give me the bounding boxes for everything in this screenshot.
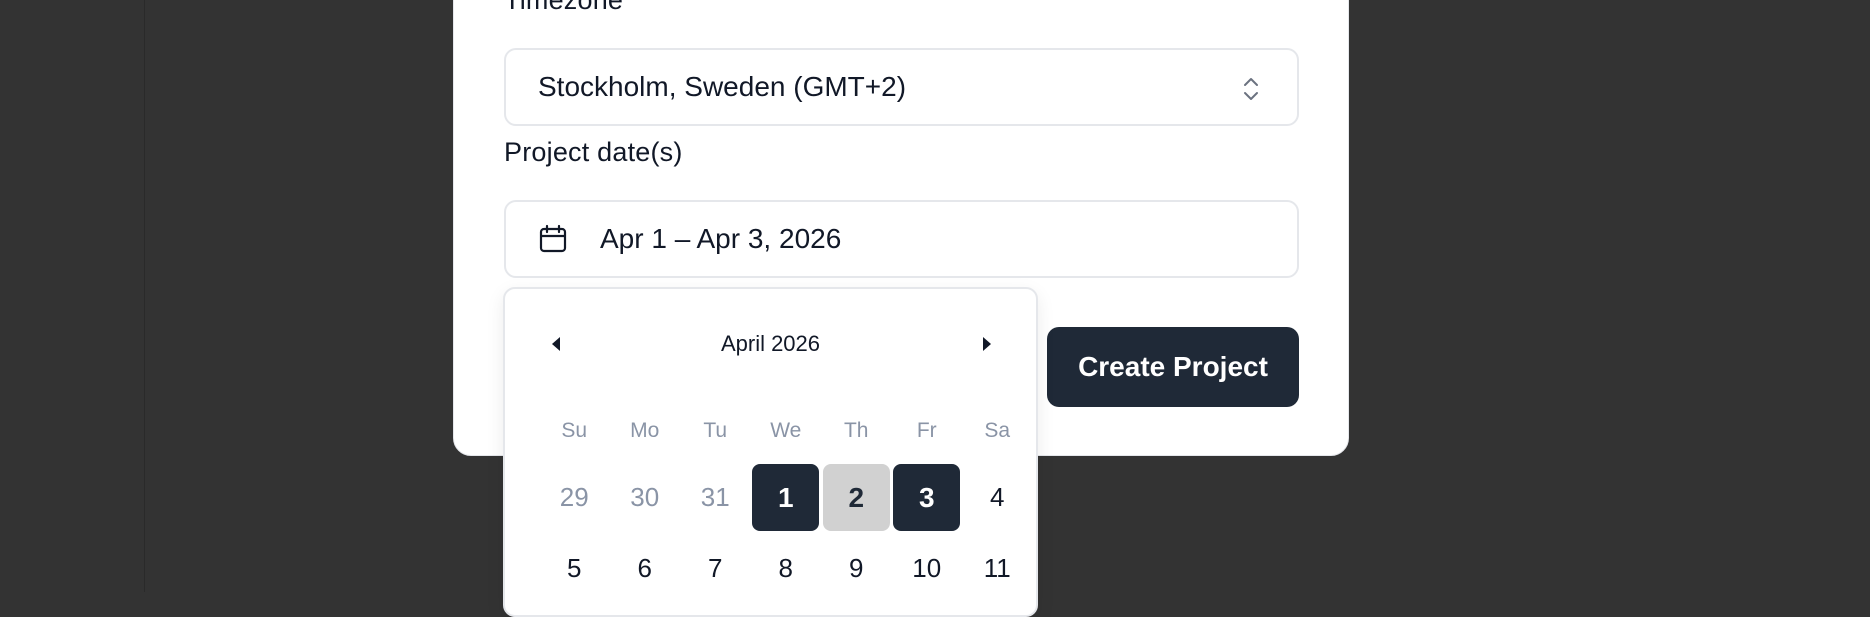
prev-month-button[interactable] xyxy=(541,329,571,359)
weekday-label: Th xyxy=(843,419,869,442)
calendar-days-grid: 29 30 31 1 2 3 4 5 6 7 8 9 10 11 xyxy=(539,462,1033,604)
project-dates-input[interactable]: Apr 1 – Apr 3, 2026 xyxy=(504,200,1299,278)
calendar-day-31[interactable]: 31 xyxy=(680,462,751,533)
calendar-day-9[interactable]: 9 xyxy=(821,533,892,604)
weekday-label: Tu xyxy=(703,419,728,442)
next-month-button[interactable] xyxy=(972,329,1002,359)
calendar-day-4[interactable]: 4 xyxy=(962,462,1033,533)
calendar-day-label: 8 xyxy=(778,553,793,583)
side-divider xyxy=(144,0,145,592)
calendar-day-30[interactable]: 30 xyxy=(610,462,681,533)
calendar-day-6[interactable]: 6 xyxy=(610,533,681,604)
calendar-day-label: 4 xyxy=(990,482,1005,512)
calendar-day-11[interactable]: 11 xyxy=(962,533,1033,604)
calendar-day-label: 30 xyxy=(630,482,660,512)
calendar-day-label: 9 xyxy=(849,553,864,583)
weekday-label: We xyxy=(770,419,802,442)
project-dates-label: Project date(s) xyxy=(504,137,683,167)
weekday-label: Sa xyxy=(984,419,1011,442)
calendar-day-label: 31 xyxy=(700,482,730,512)
timezone-select[interactable]: Stockholm, Sweden (GMT+2) xyxy=(504,48,1299,126)
weekday-label: Su xyxy=(561,419,588,442)
month-title: April 2026 xyxy=(720,331,821,356)
calendar-day-label: 7 xyxy=(708,553,723,583)
weekday-label: Mo xyxy=(630,419,660,442)
calendar-icon xyxy=(539,224,567,253)
calendar-day-label: 3 xyxy=(893,464,961,531)
triangle-left-icon xyxy=(552,337,560,351)
calendar-day-2[interactable]: 2 xyxy=(821,462,892,533)
calendar-day-label: 10 xyxy=(912,553,942,583)
calendar-day-3[interactable]: 3 xyxy=(892,462,963,533)
timezone-label: Timezone xyxy=(504,0,624,15)
calendar-header: April 2026 xyxy=(505,329,1036,359)
calendar-day-label: 1 xyxy=(752,464,820,531)
weekday-row: Su Mo Tu We Th Fr Sa xyxy=(539,419,1033,443)
triangle-right-icon xyxy=(983,337,991,351)
calendar-day-7[interactable]: 7 xyxy=(680,533,751,604)
weekday-label: Fr xyxy=(916,419,937,442)
timezone-value: Stockholm, Sweden (GMT+2) xyxy=(538,71,907,102)
calendar-day-label: 2 xyxy=(822,464,890,531)
create-project-button[interactable]: Create Project xyxy=(1047,327,1299,407)
calendar-day-29[interactable]: 29 xyxy=(539,462,610,533)
calendar-day-label: 6 xyxy=(637,553,652,583)
calendar-day-label: 29 xyxy=(559,482,589,512)
calendar-day-1[interactable]: 1 xyxy=(751,462,822,533)
calendar-day-8[interactable]: 8 xyxy=(751,533,822,604)
calendar-day-label: 5 xyxy=(567,553,582,583)
date-picker-popover: April 2026 Su Mo Tu We Th Fr Sa 29 30 31 1 2… xyxy=(503,287,1038,617)
calendar-day-label: 11 xyxy=(983,553,1011,583)
calendar-day-5[interactable]: 5 xyxy=(539,533,610,604)
chevron-up-down-icon xyxy=(1244,78,1258,100)
project-dates-value: Apr 1 – Apr 3, 2026 xyxy=(600,223,842,254)
calendar-day-10[interactable]: 10 xyxy=(892,533,963,604)
